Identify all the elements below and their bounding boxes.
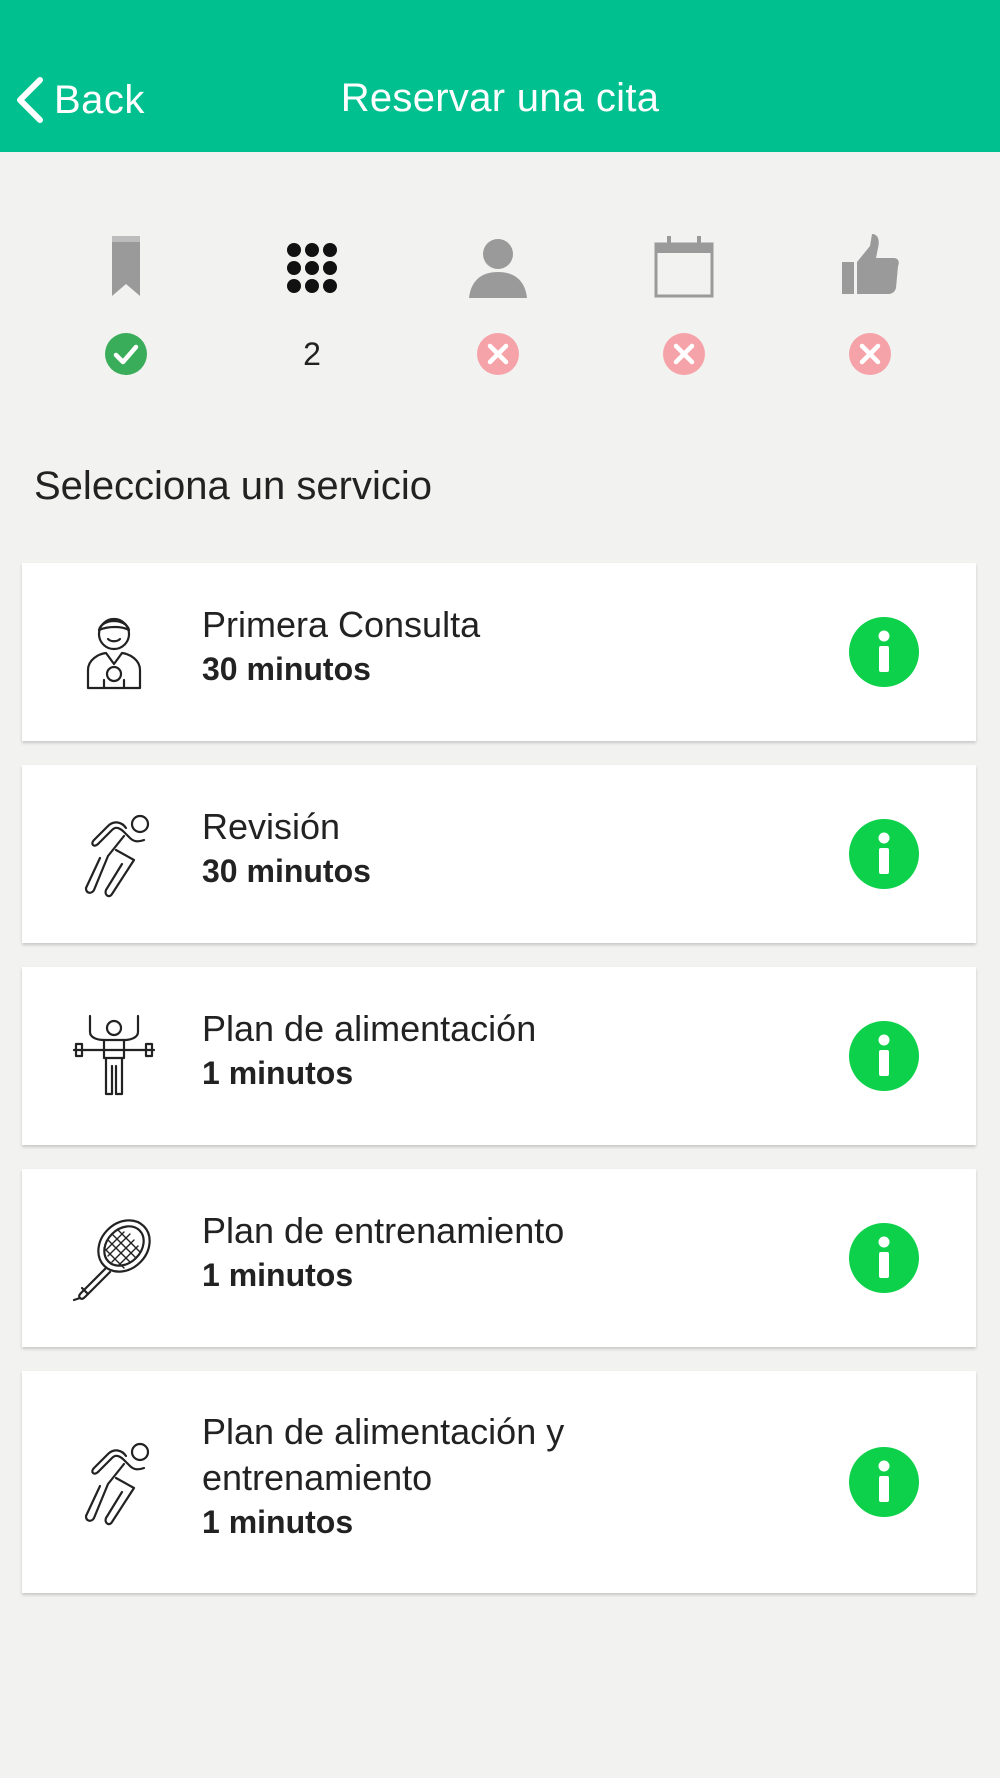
service-list: Primera Consulta 30 minutos Revisión 30 … (22, 563, 976, 1617)
runner-icon (84, 1442, 150, 1526)
service-card-revision[interactable]: Revisión 30 minutos (22, 765, 976, 943)
info-icon (878, 1460, 890, 1502)
runner-icon (84, 814, 150, 898)
step-status-completed (104, 332, 148, 376)
page-title: Reservar una cita (340, 76, 660, 120)
step-date (624, 220, 744, 380)
info-button[interactable] (849, 1447, 919, 1517)
service-card-primera-consulta[interactable]: Primera Consulta 30 minutos (22, 563, 976, 741)
nutritionist-icon (86, 617, 142, 690)
calendar-icon (654, 236, 714, 298)
section-title: Selecciona un servicio (34, 464, 432, 508)
info-icon (878, 1236, 890, 1278)
service-name: Primera Consulta (202, 604, 481, 645)
info-icon (878, 832, 890, 874)
step-number: 2 (303, 335, 321, 372)
info-button[interactable] (849, 819, 919, 889)
nav-bar: Back Reservar una cita (0, 0, 1000, 152)
step-status-current: 2 (290, 332, 334, 376)
info-icon (878, 630, 890, 672)
info-button[interactable] (849, 1021, 919, 1091)
step-confirm (810, 220, 930, 380)
step-status-pending (476, 332, 520, 376)
service-card-plan-entrenamiento[interactable]: Plan de entrenamiento 1 minutos (22, 1169, 976, 1347)
x-circle-icon (663, 333, 705, 375)
person-icon (469, 239, 527, 298)
x-circle-icon (849, 333, 891, 375)
step-status-pending (662, 332, 706, 376)
service-duration: 1 minutos (202, 1257, 354, 1293)
service-duration: 30 minutos (202, 853, 371, 889)
service-duration: 1 minutos (202, 1055, 354, 1091)
bookmark-icon (112, 236, 140, 296)
step-staff (438, 220, 558, 380)
tennis-racket-icon (72, 1219, 151, 1302)
service-name: Plan de alimentación (202, 1008, 537, 1049)
service-name: Plan de alimentación y entrenamiento (202, 1411, 565, 1498)
service-card-plan-alimentacion-entrenamiento[interactable]: Plan de alimentación y entrenamiento 1 m… (22, 1371, 976, 1593)
grid-icon (287, 243, 337, 293)
service-duration: 30 minutos (202, 651, 371, 687)
info-icon (878, 1034, 890, 1076)
booking-steps: 2 (0, 220, 1000, 380)
x-circle-icon (477, 333, 519, 375)
check-circle-icon (105, 333, 147, 375)
service-name: Revisión (202, 806, 341, 847)
service-card-plan-alimentacion[interactable]: Plan de alimentación 1 minutos (22, 967, 976, 1145)
step-service-category (66, 220, 186, 380)
step-service: 2 (252, 220, 372, 380)
info-button[interactable] (849, 617, 919, 687)
thumbs-up-icon (842, 234, 899, 294)
info-button[interactable] (849, 1223, 919, 1293)
step-status-pending (848, 332, 892, 376)
service-duration: 1 minutos (202, 1504, 354, 1540)
weightlifter-icon (72, 1014, 156, 1096)
service-name: Plan de entrenamiento (202, 1210, 565, 1251)
